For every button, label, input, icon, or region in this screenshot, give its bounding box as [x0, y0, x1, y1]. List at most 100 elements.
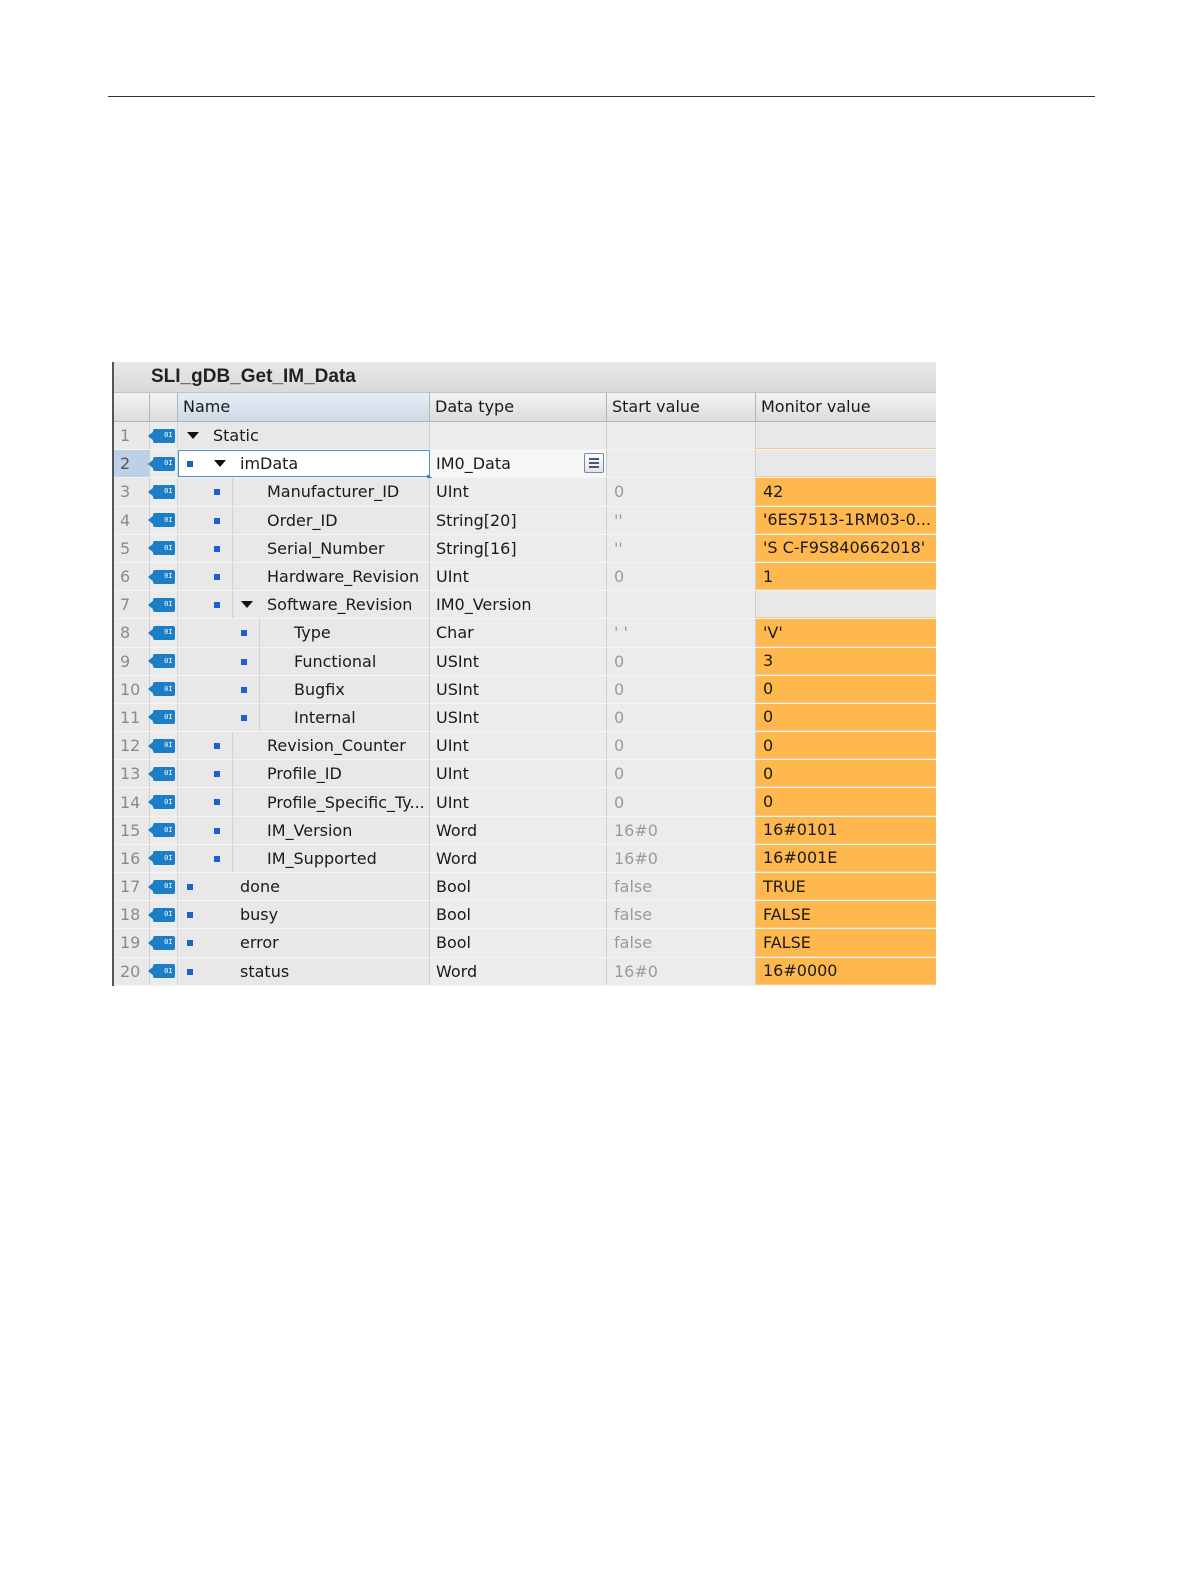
start-value-cell[interactable]: false: [607, 901, 756, 929]
data-type-cell[interactable]: [430, 422, 607, 450]
data-type-cell[interactable]: Word: [430, 816, 607, 844]
data-type-cell[interactable]: UInt: [430, 562, 607, 591]
name-cell[interactable]: Software_Revision: [178, 591, 430, 619]
name-cell[interactable]: Serial_Number: [178, 534, 430, 562]
name-cell[interactable]: IM_Supported: [178, 844, 430, 872]
row-number[interactable]: 17: [114, 873, 150, 901]
name-cell[interactable]: Type: [178, 619, 430, 647]
start-value-cell[interactable]: 0: [607, 788, 756, 816]
column-header-data-type[interactable]: Data type: [430, 393, 607, 421]
data-type-cell[interactable]: Word: [430, 957, 607, 985]
table-row[interactable]: 4 0I Order_ID String[20] '' '6ES7513-1RM03-0.…: [114, 506, 936, 535]
data-type-cell[interactable]: Bool: [430, 901, 607, 929]
start-value-cell[interactable]: 0: [607, 562, 756, 591]
table-row[interactable]: 5 0I Serial_Number String[16] '' 'S C-F9S8406…: [114, 534, 936, 563]
start-value-cell[interactable]: 16#0: [607, 844, 756, 872]
row-number[interactable]: 11: [114, 703, 150, 732]
name-cell[interactable]: Order_ID: [178, 506, 430, 534]
name-cell[interactable]: Internal: [178, 703, 430, 732]
table-row[interactable]: 15 0I IM_Version Word 16#0 16#0101: [114, 816, 936, 845]
data-type-cell[interactable]: Word: [430, 844, 607, 872]
data-type-cell[interactable]: String[20]: [430, 506, 607, 534]
type-picker-icon[interactable]: [584, 453, 604, 474]
start-value-cell[interactable]: 16#0: [607, 816, 756, 844]
name-cell[interactable]: status: [178, 957, 430, 985]
name-cell[interactable]: Manufacturer_ID: [178, 478, 430, 506]
data-type-cell[interactable]: UInt: [430, 732, 607, 760]
table-row[interactable]: 7 0I Software_Revision IM0_Version: [114, 591, 936, 620]
row-number[interactable]: 10: [114, 675, 150, 703]
table-row[interactable]: 18 0I busy Bool false FALSE: [114, 901, 936, 930]
table-row[interactable]: 6 0I Hardware_Revision UInt 0 1: [114, 562, 936, 592]
row-number[interactable]: 4: [114, 506, 150, 534]
table-row[interactable]: 3 0I Manufacturer_ID UInt 0 42: [114, 478, 936, 507]
name-cell[interactable]: done: [178, 873, 430, 901]
table-row[interactable]: 16 0I IM_Supported Word 16#0 16#001E: [114, 844, 936, 873]
name-cell[interactable]: Profile_Specific_Ty...: [178, 788, 430, 816]
table-row[interactable]: 8 0I Type Char ' ' 'V': [114, 619, 936, 648]
row-number[interactable]: 1: [114, 422, 150, 450]
data-type-cell[interactable]: String[16]: [430, 534, 607, 562]
row-number[interactable]: 14: [114, 788, 150, 816]
name-cell[interactable]: Hardware_Revision: [178, 562, 430, 591]
start-value-cell[interactable]: [607, 450, 756, 478]
name-cell[interactable]: error: [178, 929, 430, 957]
table-row[interactable]: 20 0I status Word 16#0 16#0000: [114, 957, 936, 986]
expand-triangle-icon[interactable]: [241, 601, 253, 609]
row-number[interactable]: 2: [114, 450, 150, 478]
table-row[interactable]: 1 0I Static: [114, 422, 936, 451]
table-row[interactable]: 12 0I Revision_Counter UInt 0 0: [114, 732, 936, 761]
data-type-cell[interactable]: USInt: [430, 703, 607, 732]
table-row[interactable]: 13 0I Profile_ID UInt 0 0: [114, 760, 936, 789]
name-cell[interactable]: Bugfix: [178, 675, 430, 703]
row-number[interactable]: 6: [114, 562, 150, 591]
column-header-name[interactable]: Name: [178, 393, 430, 421]
row-number[interactable]: 13: [114, 760, 150, 788]
start-value-cell[interactable]: 0: [607, 703, 756, 732]
data-type-cell[interactable]: UInt: [430, 760, 607, 788]
name-cell[interactable]: Revision_Counter: [178, 732, 430, 760]
data-type-cell[interactable]: Char: [430, 619, 607, 647]
table-row[interactable]: 9 0I Functional USInt 0 3: [114, 647, 936, 676]
row-number[interactable]: 19: [114, 929, 150, 957]
start-value-cell[interactable]: 0: [607, 675, 756, 703]
data-type-cell[interactable]: USInt: [430, 675, 607, 703]
row-number[interactable]: 9: [114, 647, 150, 675]
name-cell[interactable]: imData: [178, 450, 432, 481]
row-number[interactable]: 3: [114, 478, 150, 506]
column-header-start-value[interactable]: Start value: [607, 393, 756, 421]
row-number[interactable]: 12: [114, 732, 150, 760]
data-type-cell[interactable]: Bool: [430, 873, 607, 901]
table-row[interactable]: 17 0I done Bool false TRUE: [114, 873, 936, 902]
start-value-cell[interactable]: [607, 591, 756, 619]
start-value-cell[interactable]: 0: [607, 647, 756, 675]
expand-triangle-icon[interactable]: [187, 432, 199, 439]
start-value-cell[interactable]: false: [607, 873, 756, 901]
column-header-monitor-value[interactable]: Monitor value: [756, 393, 936, 421]
start-value-cell[interactable]: '': [607, 534, 756, 562]
name-cell[interactable]: Functional: [178, 647, 430, 675]
data-type-cell[interactable]: IM0_Version: [430, 591, 607, 619]
name-cell[interactable]: busy: [178, 901, 430, 929]
data-type-cell[interactable]: UInt: [430, 788, 607, 816]
table-row[interactable]: 11 0I Internal USInt 0 0: [114, 703, 936, 733]
row-number[interactable]: 18: [114, 901, 150, 929]
data-type-cell[interactable]: Bool: [430, 929, 607, 957]
start-value-cell[interactable]: [607, 422, 756, 450]
data-type-cell[interactable]: UInt: [430, 478, 607, 506]
start-value-cell[interactable]: 0: [607, 478, 756, 506]
name-cell[interactable]: IM_Version: [178, 816, 430, 844]
row-number[interactable]: 16: [114, 844, 150, 872]
table-row[interactable]: 2 0I imData IM0_Data: [114, 450, 936, 481]
name-cell[interactable]: Profile_ID: [178, 760, 430, 788]
table-row[interactable]: 14 0I Profile_Specific_Ty... UInt 0 0: [114, 788, 936, 817]
row-number[interactable]: 15: [114, 816, 150, 844]
start-value-cell[interactable]: '': [607, 506, 756, 534]
row-number[interactable]: 5: [114, 534, 150, 562]
row-number[interactable]: 7: [114, 591, 150, 619]
table-row[interactable]: 19 0I error Bool false FALSE: [114, 929, 936, 958]
row-number[interactable]: 20: [114, 957, 150, 985]
start-value-cell[interactable]: 16#0: [607, 957, 756, 985]
expand-triangle-icon[interactable]: [214, 460, 226, 468]
start-value-cell[interactable]: 0: [607, 760, 756, 788]
